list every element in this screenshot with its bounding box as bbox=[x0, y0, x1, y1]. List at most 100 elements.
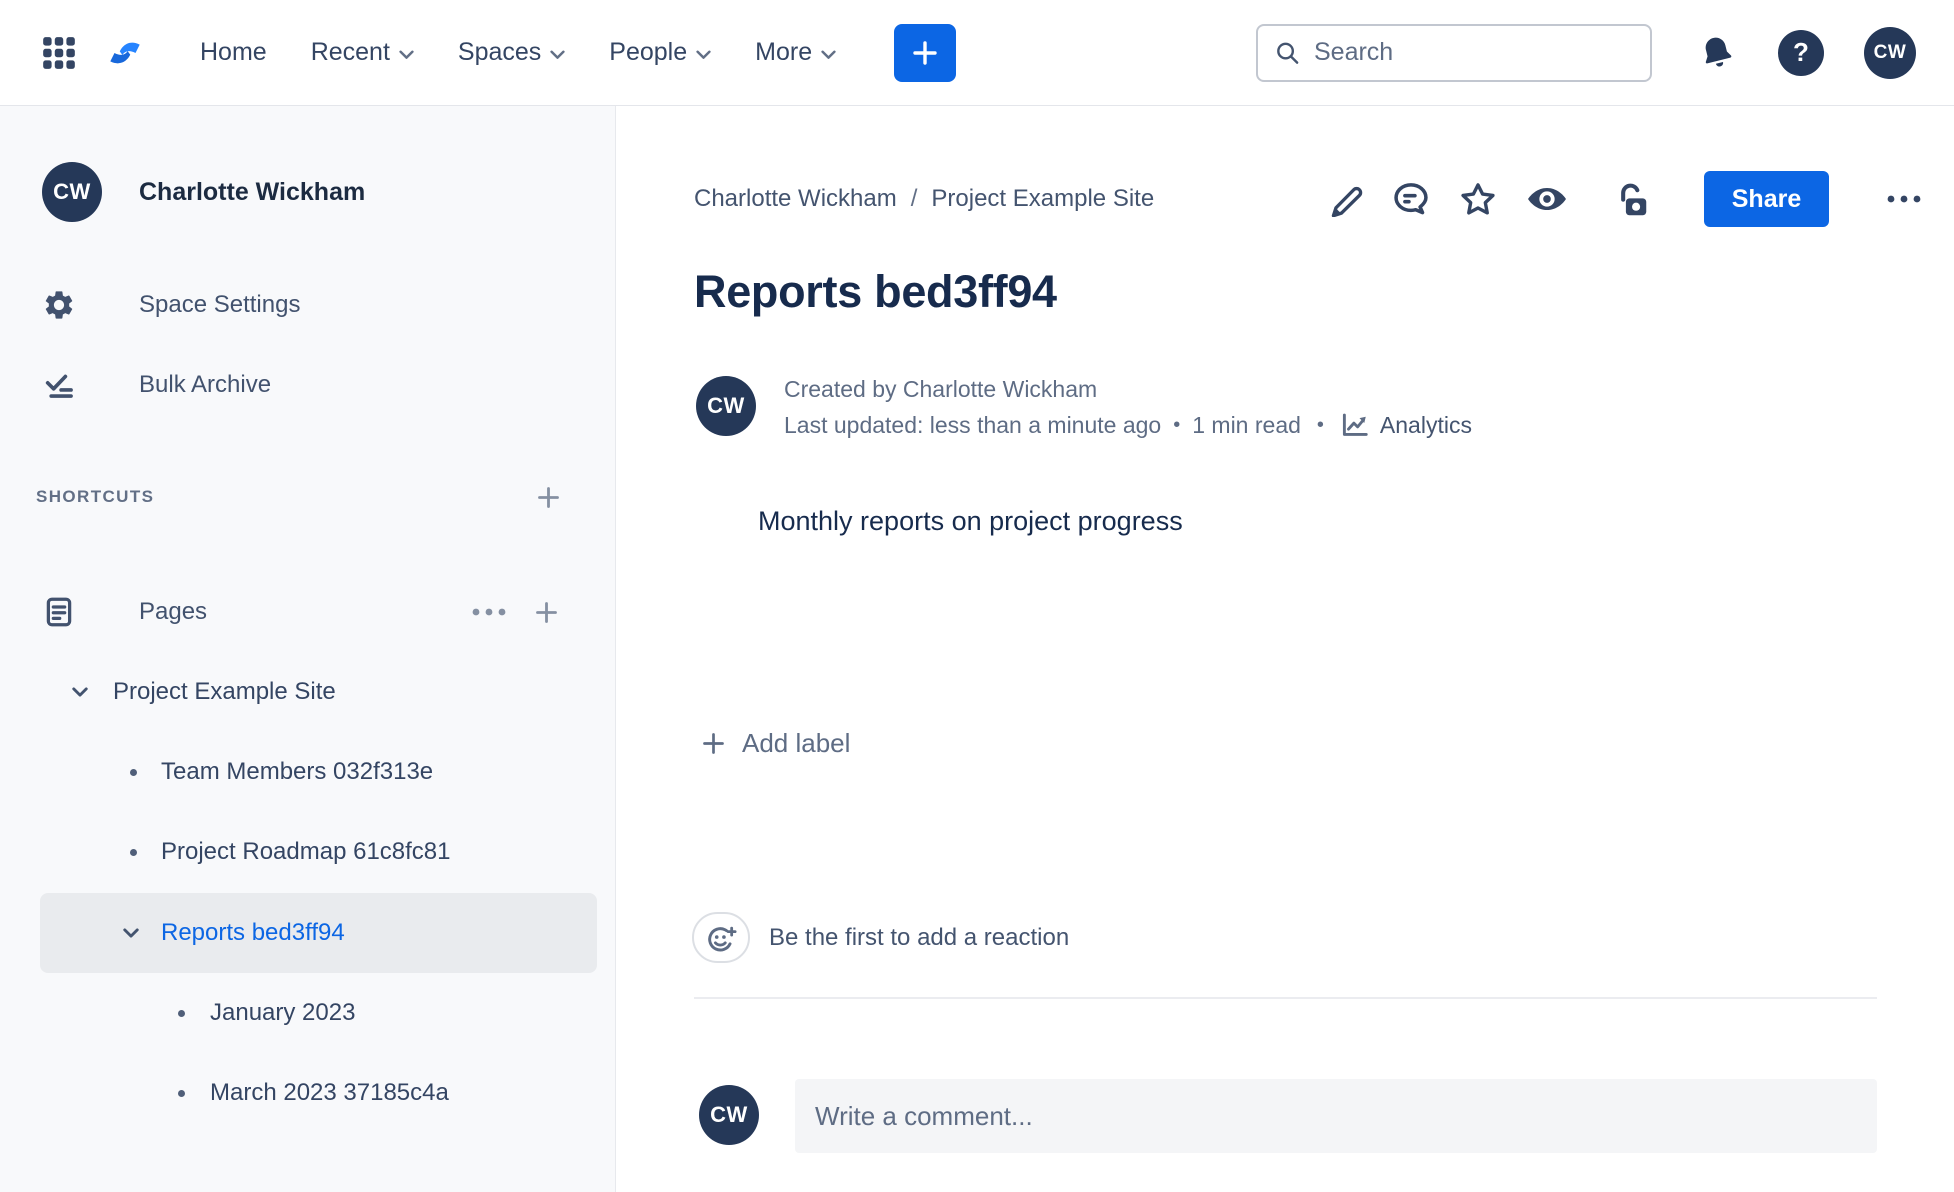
page-body-text: Monthly reports on project progress bbox=[758, 506, 1183, 536]
favourite-button[interactable] bbox=[1459, 180, 1497, 218]
tree-item-label: Project Example Site bbox=[113, 678, 336, 705]
ellipsis-icon bbox=[472, 608, 506, 616]
comment-input-box[interactable] bbox=[795, 1079, 1877, 1153]
smiley-add-icon bbox=[708, 926, 737, 951]
comments-button[interactable] bbox=[1392, 180, 1430, 218]
nav-item-home[interactable]: Home bbox=[200, 38, 267, 67]
eye-icon bbox=[1528, 187, 1566, 211]
space-name: Charlotte Wickham bbox=[139, 177, 366, 206]
breadcrumb-space-link[interactable]: Charlotte Wickham bbox=[694, 185, 897, 213]
add-label-button[interactable]: Add label bbox=[700, 728, 850, 759]
nav-label: Recent bbox=[310, 38, 390, 66]
chevron-down-icon[interactable] bbox=[121, 923, 141, 943]
sidebar-item-space-settings[interactable]: Space Settings bbox=[0, 271, 616, 339]
tree-item-march-2023[interactable]: March 2023 37185c4a bbox=[0, 1053, 616, 1133]
chevron-down-icon[interactable] bbox=[70, 682, 90, 702]
profile-avatar[interactable]: CW bbox=[1864, 26, 1916, 79]
nav-label: People bbox=[609, 38, 688, 66]
commenter-avatar: CW bbox=[699, 1085, 759, 1145]
pencil-icon bbox=[1331, 186, 1363, 217]
chevron-down-icon bbox=[696, 50, 711, 59]
reaction-prompt-text: Be the first to add a reaction bbox=[769, 923, 1070, 951]
bullet-icon bbox=[130, 848, 137, 856]
analytics-label: Analytics bbox=[1379, 411, 1472, 438]
gear-icon bbox=[42, 288, 76, 322]
search-icon bbox=[1277, 42, 1299, 64]
nav-item-people[interactable]: People bbox=[609, 38, 711, 67]
sidebar-section-pages[interactable]: Pages bbox=[0, 578, 616, 646]
page-title: Reports bed3ff94 bbox=[694, 266, 1057, 317]
create-button[interactable] bbox=[894, 23, 957, 82]
comment-bubble-icon bbox=[1394, 183, 1428, 215]
comment-input[interactable] bbox=[815, 1100, 1857, 1132]
plus-icon bbox=[538, 486, 559, 508]
plus-icon bbox=[536, 601, 557, 623]
share-button[interactable]: Share bbox=[1704, 171, 1829, 227]
last-updated-text: Last updated: less than a minute ago bbox=[784, 411, 1162, 438]
created-by-text: Created by Charlotte Wickham bbox=[784, 376, 1098, 402]
page-header-row: Charlotte Wickham / Project Example Site bbox=[694, 171, 1922, 227]
tree-item-project-roadmap[interactable]: Project Roadmap 61c8fc81 bbox=[0, 812, 616, 892]
add-reaction-button[interactable] bbox=[692, 912, 750, 963]
grid-9-dots-icon bbox=[43, 36, 75, 69]
add-page-button[interactable] bbox=[533, 599, 560, 626]
breadcrumb-separator: / bbox=[910, 185, 918, 212]
plus-icon bbox=[913, 40, 937, 65]
nav-item-recent[interactable]: Recent bbox=[311, 38, 414, 67]
nav-item-spaces[interactable]: Spaces bbox=[458, 38, 565, 67]
dot-separator: • bbox=[1316, 413, 1324, 436]
breadcrumb-parent-link[interactable]: Project Example Site bbox=[931, 185, 1154, 213]
author-avatar[interactable]: CW bbox=[696, 376, 756, 436]
nav-label: Home bbox=[200, 38, 267, 66]
confluence-app: Home Recent Spaces People More Search ? … bbox=[0, 0, 1954, 1192]
unlock-icon bbox=[1621, 183, 1647, 216]
app-switcher-icon[interactable] bbox=[40, 34, 78, 72]
star-icon bbox=[1461, 183, 1495, 215]
edit-button[interactable] bbox=[1327, 181, 1363, 217]
comment-section: CW bbox=[699, 1079, 1877, 1153]
sidebar-item-bulk-archive[interactable]: Bulk Archive bbox=[0, 351, 616, 419]
add-shortcut-button[interactable] bbox=[535, 484, 562, 511]
tree-item-reports-selected[interactable]: Reports bed3ff94 bbox=[40, 893, 597, 973]
search-box bbox=[1256, 23, 1652, 82]
chevron-down-icon bbox=[550, 50, 565, 59]
space-avatar: CW bbox=[42, 162, 102, 222]
shortcuts-section-header: SHORTCUTS bbox=[0, 473, 616, 521]
nav-item-more[interactable]: More bbox=[755, 38, 836, 67]
page-content: Charlotte Wickham / Project Example Site bbox=[616, 106, 1954, 1192]
space-header[interactable]: CW Charlotte Wickham bbox=[42, 162, 365, 222]
bullet-icon bbox=[178, 1009, 185, 1017]
analytics-link[interactable]: Analytics bbox=[1340, 410, 1472, 440]
confluence-logo-icon[interactable] bbox=[104, 30, 146, 76]
tree-item-team-members[interactable]: Team Members 032f313e bbox=[0, 732, 616, 812]
analytics-chart-icon bbox=[1342, 413, 1368, 436]
bell-icon bbox=[1705, 37, 1732, 66]
sidebar-item-label: Space Settings bbox=[139, 291, 301, 318]
sidebar-item-label: Bulk Archive bbox=[139, 371, 272, 398]
pages-more-button[interactable] bbox=[471, 608, 507, 616]
nav-label: More bbox=[755, 38, 813, 66]
search-input[interactable] bbox=[1314, 38, 1636, 67]
tree-item-project-example-site[interactable]: Project Example Site bbox=[0, 652, 616, 732]
restrictions-button[interactable] bbox=[1613, 180, 1651, 218]
tree-item-label: January 2023 bbox=[210, 999, 356, 1026]
help-button[interactable]: ? bbox=[1778, 29, 1824, 76]
breadcrumb: Charlotte Wickham / Project Example Site bbox=[694, 185, 1154, 213]
more-actions-button[interactable] bbox=[1886, 195, 1922, 203]
pages-icon bbox=[42, 595, 76, 629]
bulk-archive-icon bbox=[42, 367, 76, 403]
byline: CW Created by Charlotte Wickham Last upd… bbox=[696, 376, 1472, 440]
dot-separator: • bbox=[1173, 413, 1181, 436]
watch-button[interactable] bbox=[1526, 182, 1568, 216]
tree-item-january-2023[interactable]: January 2023 bbox=[0, 973, 616, 1053]
nav-label: Spaces bbox=[457, 38, 542, 66]
tree-item-label: Project Roadmap 61c8fc81 bbox=[161, 838, 451, 865]
top-navigation-bar: Home Recent Spaces People More Search ? … bbox=[0, 0, 1954, 106]
add-label-text: Add label bbox=[742, 728, 851, 758]
shortcuts-heading: SHORTCUTS bbox=[36, 487, 155, 506]
page-actions: Share bbox=[1327, 171, 1922, 227]
primary-nav: Home Recent Spaces People More bbox=[200, 38, 836, 67]
notifications-button[interactable] bbox=[1698, 34, 1736, 72]
tree-item-label: Reports bed3ff94 bbox=[161, 919, 345, 946]
chevron-down-icon bbox=[399, 50, 414, 59]
